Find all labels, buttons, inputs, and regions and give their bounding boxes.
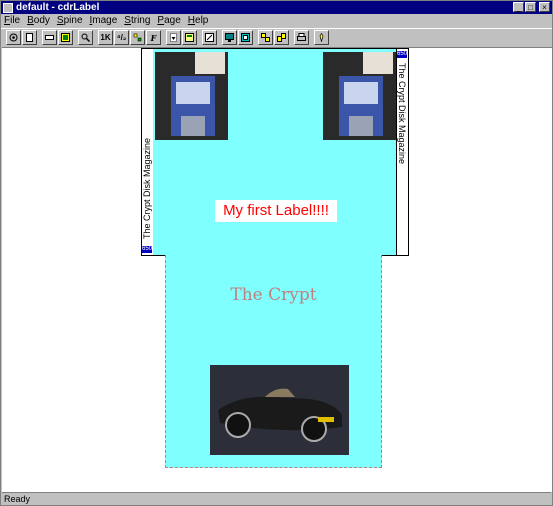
photo-highlight: [195, 52, 225, 74]
fraction-button[interactable]: ⁴/₂: [114, 30, 129, 45]
minimize-button[interactable]: _: [513, 2, 524, 12]
fit-button[interactable]: [238, 30, 253, 45]
menu-body[interactable]: Body: [27, 15, 50, 26]
edit-icon: [205, 33, 214, 42]
car-photo[interactable]: [210, 365, 349, 455]
monitor-icon: [225, 33, 234, 42]
disk-label: [344, 82, 378, 104]
floppy-disk-image: [171, 76, 215, 136]
monitor-button[interactable]: [222, 30, 237, 45]
print-button[interactable]: [294, 30, 309, 45]
close-button[interactable]: ×: [539, 2, 550, 12]
fraction-label: ⁴/₂: [116, 33, 127, 42]
menu-file[interactable]: File: [4, 15, 20, 26]
help-button[interactable]: [314, 30, 329, 45]
disk-shutter: [181, 116, 205, 136]
help-icon: [319, 33, 324, 42]
menu-image[interactable]: Image: [90, 15, 118, 26]
1k-button[interactable]: 1K: [98, 30, 113, 45]
photo-highlight: [363, 52, 393, 74]
panel-button[interactable]: [42, 30, 57, 45]
layout-button[interactable]: [182, 30, 197, 45]
record-button[interactable]: [6, 30, 21, 45]
edit-button[interactable]: [202, 30, 217, 45]
paint-copy-button[interactable]: [274, 30, 289, 45]
menu-string[interactable]: String: [124, 15, 150, 26]
toolbar: 1K ⁴/₂ F: [1, 28, 552, 46]
maximize-button[interactable]: □: [525, 2, 536, 12]
back-panel[interactable]: The Crypt: [165, 255, 382, 468]
menu-page[interactable]: Page: [157, 15, 180, 26]
fit-icon: [241, 33, 250, 42]
record-icon: [9, 33, 18, 42]
tree-icon: [133, 33, 142, 42]
menu-bar: File Body Spine Image String Page Help: [1, 14, 552, 27]
image-icon: [61, 33, 70, 42]
image-button[interactable]: [58, 30, 73, 45]
left-spine-code: 650: [142, 246, 153, 253]
status-text: Ready: [4, 494, 31, 504]
title-bar[interactable]: default - cdrLabel _ □ ×: [1, 1, 552, 14]
right-spine[interactable]: The Crypt Disk Magazine 650: [396, 49, 408, 255]
zoom-icon: [81, 33, 90, 42]
tree-button[interactable]: [130, 30, 145, 45]
floppy-disk-image: [339, 76, 383, 136]
paint-icon: [261, 33, 270, 42]
front-photo-right[interactable]: [323, 52, 396, 140]
new-document-button[interactable]: [22, 30, 37, 45]
panel-icon: [45, 35, 54, 40]
font-icon: F: [150, 32, 157, 43]
font-button[interactable]: F: [146, 30, 161, 45]
new-document-icon: [26, 33, 33, 42]
1k-label: 1K: [100, 33, 111, 42]
disk-shutter: [349, 116, 373, 136]
app-icon[interactable]: [3, 2, 13, 13]
app-window: default - cdrLabel _ □ × File Body Spine…: [0, 0, 553, 506]
layout-icon: [185, 33, 194, 42]
disk-label: [176, 82, 210, 104]
car-image: [210, 365, 349, 455]
front-cover[interactable]: The Crypt Disk Magazine 650 My first Lab…: [141, 48, 409, 256]
front-panel[interactable]: My first Label!!!!: [153, 49, 397, 255]
window-title: default - cdrLabel: [16, 2, 100, 13]
label-canvas[interactable]: The Crypt Disk Magazine 650 My first Lab…: [2, 47, 552, 492]
zoom-button[interactable]: [78, 30, 93, 45]
back-title[interactable]: The Crypt: [166, 285, 381, 305]
page-down-button[interactable]: [166, 30, 181, 45]
print-icon: [297, 33, 306, 41]
front-photo-left[interactable]: [155, 52, 228, 140]
paint-button[interactable]: [258, 30, 273, 45]
window-controls: _ □ ×: [513, 2, 550, 12]
menu-spine[interactable]: Spine: [57, 15, 83, 26]
status-bar: Ready: [2, 492, 551, 505]
left-spine-text: The Crypt Disk Magazine: [142, 137, 152, 239]
front-message[interactable]: My first Label!!!!: [215, 200, 337, 222]
right-spine-code: 650: [397, 51, 408, 58]
paint-copy-icon: [277, 33, 286, 42]
right-spine-text: The Crypt Disk Magazine: [397, 63, 407, 165]
menu-help[interactable]: Help: [188, 15, 209, 26]
page-down-icon: [170, 33, 177, 42]
